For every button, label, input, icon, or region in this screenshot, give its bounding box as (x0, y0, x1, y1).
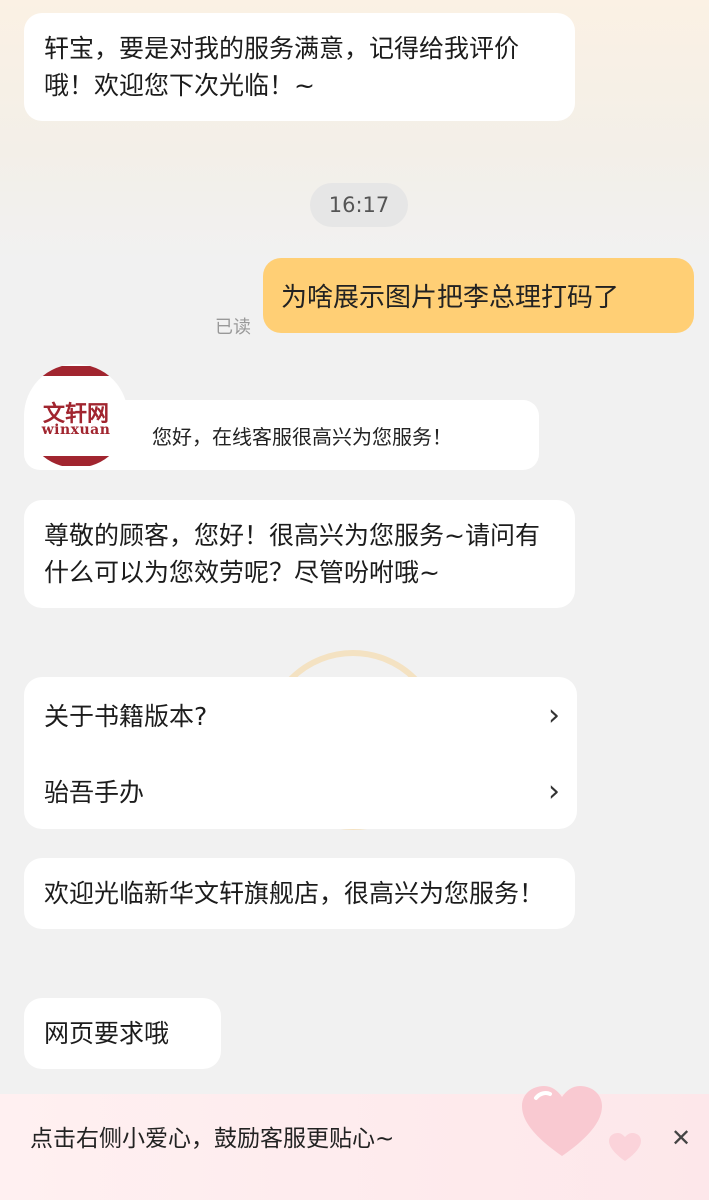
close-icon[interactable]: ✕ (671, 1124, 691, 1152)
chevron-right-icon: › (548, 697, 560, 733)
message-bubble: 欢迎光临新华文轩旗舰店，很高兴为您服务！ (24, 858, 575, 929)
read-status: 已读 (215, 317, 251, 338)
outgoing-message-text: 为啥展示图片把李总理打码了 (281, 283, 620, 313)
quick-question-menu: 关于书籍版本? › 骀吾手办 › (24, 677, 577, 829)
avatar-band-top (24, 366, 128, 376)
chevron-right-icon: › (548, 773, 560, 809)
avatar-band-bottom (24, 456, 128, 466)
menu-item-label: 关于书籍版本? (44, 702, 208, 731)
banner-text: 点击右侧小爱心，鼓励客服更贴心~ (30, 1126, 395, 1152)
greeting-text: 您好，在线客服很高兴为您服务！ (152, 424, 452, 449)
outgoing-message-bubble: 为啥展示图片把李总理打码了 (263, 258, 694, 333)
menu-item-figure[interactable]: 骀吾手办 › (44, 761, 564, 821)
menu-item-label: 骀吾手办 (44, 778, 145, 807)
message-text: 网页要求哦 (44, 1019, 170, 1048)
timestamp: 16:17 (310, 183, 408, 227)
message-text: 尊敬的顾客，您好！很高兴为您服务~请问有什么可以为您效劳呢？尽管吩咐哦~ (44, 521, 540, 587)
timestamp-text: 16:17 (328, 193, 390, 217)
message-text: 欢迎光临新华文轩旗舰店，很高兴为您服务！ (44, 879, 545, 908)
small-heart-icon (609, 1133, 641, 1161)
message-bubble: 尊敬的顾客，您好！很高兴为您服务~请问有什么可以为您效劳呢？尽管吩咐哦~ (24, 500, 575, 608)
message-bubble: 轩宝，要是对我的服务满意，记得给我评价哦！欢迎您下次光临！~ (24, 13, 575, 121)
message-bubble: 网页要求哦 (24, 998, 221, 1069)
logo-text-en: winxuan (41, 422, 111, 438)
heart-icon[interactable] (520, 1084, 604, 1158)
message-text: 轩宝，要是对我的服务满意，记得给我评价哦！欢迎您下次光临！~ (44, 34, 520, 100)
avatar[interactable]: 文轩网 winxuan (24, 364, 128, 468)
menu-item-book-edition[interactable]: 关于书籍版本? › (44, 685, 564, 745)
